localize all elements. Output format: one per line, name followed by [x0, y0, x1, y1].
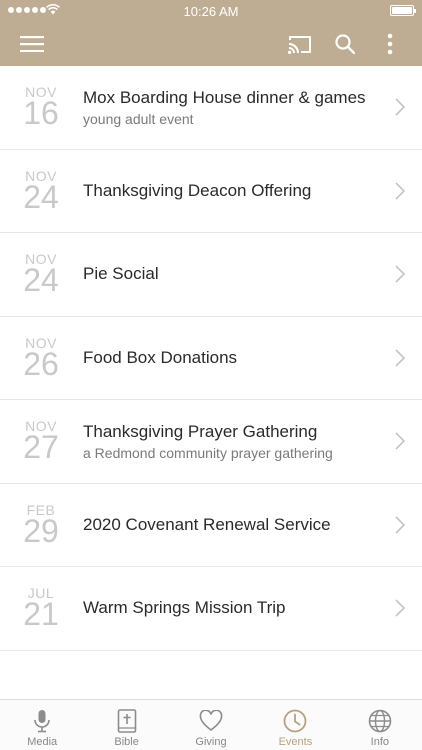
- chevron-right-icon: [395, 432, 405, 450]
- globe-icon: [368, 709, 392, 733]
- event-row[interactable]: NOV 16 Mox Boarding House dinner & games…: [0, 66, 422, 150]
- microphone-icon: [34, 710, 51, 733]
- heart-icon: [199, 710, 223, 732]
- tab-info[interactable]: Info: [338, 700, 422, 750]
- event-row[interactable]: FEB 29 2020 Covenant Renewal Service: [0, 484, 422, 567]
- tab-label: Bible: [114, 736, 139, 748]
- tab-giving[interactable]: Giving: [169, 700, 253, 750]
- event-subtitle: young adult event: [83, 110, 194, 127]
- event-row[interactable]: NOV 26 Food Box Donations: [0, 317, 422, 400]
- event-title: Thanksgiving Deacon Offering: [83, 180, 312, 200]
- menu-icon: [20, 36, 44, 52]
- bible-icon: [117, 709, 136, 733]
- event-day: 26: [23, 345, 59, 382]
- event-day: 27: [23, 429, 59, 465]
- event-title: Thanksgiving Prayer Gathering: [83, 421, 318, 441]
- event-date: NOV 27: [0, 400, 82, 483]
- event-day: 29: [23, 512, 59, 549]
- events-list: NOV 16 Mox Boarding House dinner & games…: [0, 66, 422, 651]
- event-day: 21: [23, 596, 59, 632]
- chevron-right-icon: [395, 182, 405, 200]
- tab-label: Media: [27, 736, 58, 748]
- tab-bible[interactable]: Bible: [84, 700, 168, 750]
- tab-media[interactable]: Media: [0, 700, 84, 750]
- chevron-right-icon: [395, 98, 405, 116]
- cast-icon: [288, 35, 311, 54]
- search-button[interactable]: [329, 28, 361, 60]
- status-bar: 10:26 AM: [0, 0, 422, 22]
- tab-label: Events: [278, 736, 313, 748]
- menu-button[interactable]: [16, 28, 48, 60]
- event-subtitle: a Redmond community prayer gathering: [83, 444, 333, 461]
- battery-icon: [390, 5, 416, 16]
- event-day: 24: [23, 178, 59, 215]
- event-title: Food Box Donations: [83, 347, 238, 367]
- chevron-right-icon: [395, 265, 405, 283]
- chevron-right-icon: [395, 349, 405, 367]
- event-row[interactable]: JUL 21 Warm Springs Mission Trip: [0, 567, 422, 651]
- event-date: NOV 24: [0, 150, 82, 233]
- tab-label: Info: [370, 736, 389, 748]
- event-title: 2020 Covenant Renewal Service: [83, 514, 331, 534]
- event-date: NOV 24: [0, 233, 82, 316]
- event-day: 24: [23, 262, 59, 298]
- clock-icon: [284, 709, 307, 733]
- event-date: NOV 16: [0, 66, 82, 149]
- more-icon: [387, 33, 393, 55]
- cast-button[interactable]: [284, 28, 316, 60]
- event-title: Mox Boarding House dinner & games: [83, 87, 366, 107]
- event-title: Warm Springs Mission Trip: [83, 598, 286, 618]
- chevron-right-icon: [395, 599, 405, 617]
- event-date: FEB 29: [0, 484, 82, 567]
- search-icon: [335, 34, 355, 54]
- tab-events[interactable]: Events: [253, 700, 337, 750]
- event-row[interactable]: NOV 24 Thanksgiving Deacon Offering: [0, 150, 422, 233]
- event-date: JUL 21: [0, 567, 82, 650]
- event-row[interactable]: NOV 24 Pie Social: [0, 233, 422, 317]
- event-day: 16: [23, 95, 59, 131]
- event-date: NOV 26: [0, 317, 82, 400]
- event-row[interactable]: NOV 27 Thanksgiving Prayer Gathering a R…: [0, 400, 422, 484]
- app-header: 10:26 AM: [0, 0, 422, 66]
- event-title: Pie Social: [83, 264, 159, 284]
- chevron-right-icon: [395, 516, 405, 534]
- tab-label: Giving: [195, 736, 227, 748]
- tab-bar: Media Bible Giving Events Info: [0, 699, 422, 750]
- more-options-button[interactable]: [374, 28, 406, 60]
- status-time: 10:26 AM: [183, 4, 239, 19]
